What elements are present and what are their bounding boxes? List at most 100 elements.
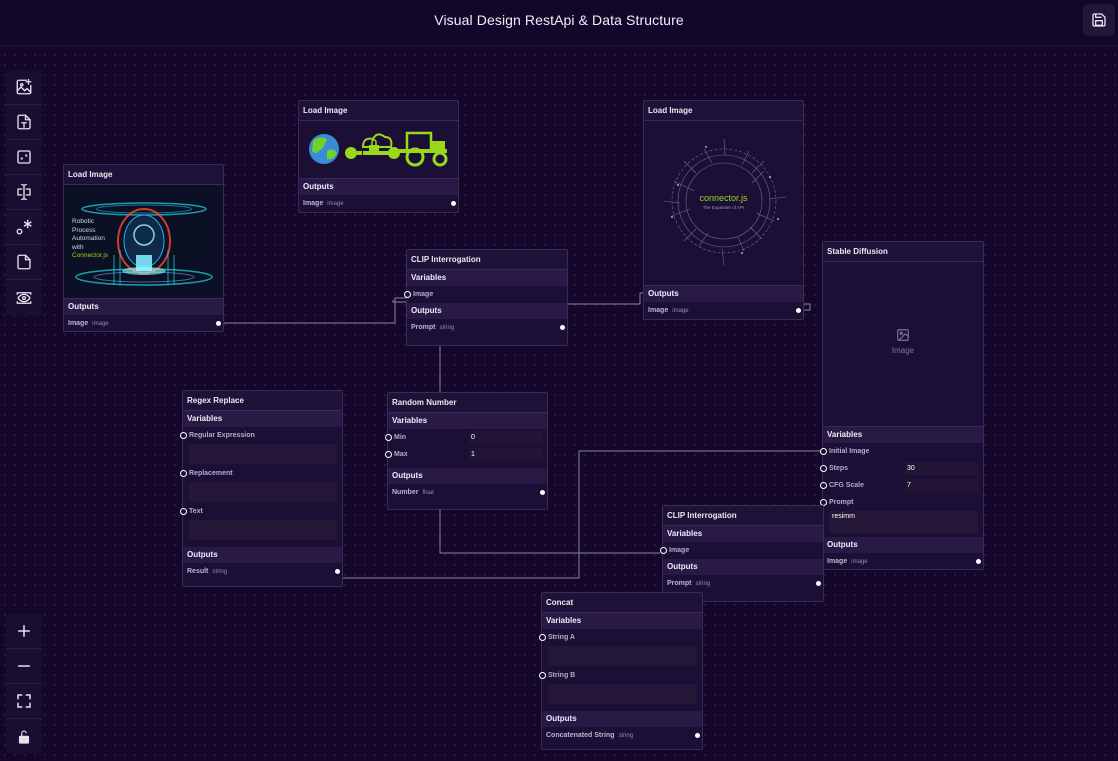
- output-row: Prompt string: [407, 319, 567, 336]
- node-toolbar: [6, 70, 42, 315]
- add-vision-node-button[interactable]: [6, 280, 42, 315]
- fit-view-button[interactable]: [6, 684, 42, 719]
- input-handle[interactable]: [180, 432, 187, 439]
- input-row: Steps 30: [820, 460, 983, 477]
- outputs-section: Outputs: [644, 286, 803, 302]
- image-placeholder-label: Image: [891, 346, 915, 355]
- add-clip-node-button[interactable]: [6, 175, 42, 210]
- input-handle[interactable]: [820, 465, 827, 472]
- input-label: Min: [394, 434, 407, 441]
- variables-section: Variables: [407, 270, 567, 286]
- outputs-section: Outputs: [183, 547, 342, 563]
- output-handle[interactable]: [694, 732, 701, 739]
- output-type: image: [92, 321, 109, 327]
- input-handle[interactable]: [820, 448, 827, 455]
- minus-icon: [18, 665, 30, 667]
- input-handle[interactable]: [180, 508, 187, 515]
- zoom-out-button[interactable]: [6, 649, 42, 684]
- input-handle[interactable]: [385, 451, 392, 458]
- input-label: Prompt: [829, 499, 854, 506]
- input-handle[interactable]: [820, 482, 827, 489]
- input-handle[interactable]: [180, 470, 187, 477]
- input-row: Text: [180, 503, 342, 520]
- clip-interrogation-node-2[interactable]: CLIP Interrogation Variables Image Outpu…: [660, 505, 824, 602]
- output-row: Number float: [388, 484, 547, 501]
- fit-view-icon: [17, 694, 31, 708]
- save-icon: [1092, 13, 1106, 27]
- add-random-node-button[interactable]: [6, 140, 42, 175]
- clip-interrogation-node-1[interactable]: CLIP Interrogation Variables Image Outpu…: [404, 249, 568, 346]
- lock-button[interactable]: [6, 719, 42, 754]
- prompt-textarea[interactable]: resimm: [829, 511, 978, 533]
- image-caption-line: Automation: [72, 235, 105, 242]
- input-handle[interactable]: [539, 672, 546, 679]
- text-cursor-icon: [17, 183, 31, 201]
- output-label: Image: [68, 320, 89, 327]
- output-label: Image: [303, 200, 324, 207]
- outputs-section: Outputs: [823, 537, 983, 553]
- output-label: Concatenated String: [546, 732, 615, 739]
- input-handle[interactable]: [539, 634, 546, 641]
- input-handle[interactable]: [385, 434, 392, 441]
- input-label: Regular Expression: [189, 432, 255, 439]
- add-text-node-button[interactable]: [6, 105, 42, 140]
- output-handle[interactable]: [975, 558, 982, 565]
- input-row: String B: [539, 667, 702, 684]
- eye-icon: [16, 291, 32, 304]
- input-label: Max: [394, 451, 408, 458]
- output-handle[interactable]: [815, 580, 822, 587]
- input-label: String B: [548, 672, 576, 679]
- save-button[interactable]: [1083, 4, 1115, 36]
- add-image-node-button[interactable]: [6, 70, 42, 105]
- input-row: Min 0: [385, 429, 547, 446]
- zoom-in-button[interactable]: [6, 614, 42, 649]
- output-type: string: [695, 581, 711, 587]
- node-title: Stable Diffusion: [823, 242, 983, 262]
- image-title: connector.js: [699, 193, 748, 203]
- stable-diffusion-node[interactable]: Stable Diffusion Image Variables Initial…: [820, 241, 984, 570]
- app-title: Visual Design RestApi & Data Structure: [434, 12, 684, 28]
- outputs-section: Outputs: [299, 179, 458, 195]
- node-title: CLIP Interrogation: [407, 250, 567, 270]
- input-row: Regular Expression: [180, 427, 342, 444]
- concat-node[interactable]: Concat Variables String A String B Outpu…: [539, 592, 703, 750]
- regular-expression-textarea[interactable]: [189, 444, 337, 464]
- outputs-section: Outputs: [542, 711, 702, 727]
- output-row: Prompt string: [663, 575, 823, 592]
- random-number-node[interactable]: Random Number Variables Min 0 Max 1 Outp…: [385, 392, 548, 510]
- string-a-textarea[interactable]: [548, 646, 697, 666]
- add-image-icon: [16, 78, 32, 95]
- load-image-node-3[interactable]: Load Image connector.js The Expander of …: [643, 100, 804, 320]
- string-b-textarea[interactable]: [548, 684, 697, 704]
- input-row: Max 1: [385, 446, 547, 463]
- input-handle[interactable]: [660, 547, 667, 554]
- text-textarea[interactable]: [189, 520, 337, 540]
- output-label: Result: [187, 568, 209, 575]
- loaded-image-preview: connector.js The Expander of API: [644, 121, 803, 286]
- output-handle[interactable]: [215, 320, 222, 327]
- output-type: string: [439, 325, 455, 331]
- input-handle[interactable]: [404, 291, 411, 298]
- steps-input[interactable]: 30: [905, 462, 979, 475]
- variables-section: Variables: [388, 413, 547, 429]
- replacement-textarea[interactable]: [189, 482, 337, 502]
- output-handle[interactable]: [559, 324, 566, 331]
- output-type: image: [672, 308, 689, 314]
- load-image-node-2[interactable]: Load Image Outputs Image image: [298, 100, 459, 213]
- output-image-preview: Image: [823, 262, 983, 427]
- cfg-scale-input[interactable]: 7: [905, 479, 979, 492]
- output-handle[interactable]: [334, 568, 341, 575]
- outputs-section: Outputs: [407, 303, 567, 319]
- output-type: image: [327, 201, 344, 207]
- add-regex-node-button[interactable]: [6, 210, 42, 245]
- wire-load1-to-clip1: [218, 297, 406, 324]
- max-input[interactable]: 1: [469, 448, 543, 461]
- add-document-node-button[interactable]: [6, 245, 42, 280]
- output-handle[interactable]: [539, 489, 546, 496]
- min-input[interactable]: 0: [469, 431, 543, 444]
- random-icon: [17, 150, 31, 164]
- output-handle[interactable]: [450, 200, 457, 207]
- output-handle[interactable]: [795, 307, 802, 314]
- load-image-node-1[interactable]: Load Image Robotic Process Automation wi…: [63, 164, 224, 332]
- regex-replace-node[interactable]: Regex Replace Variables Regular Expressi…: [180, 390, 343, 587]
